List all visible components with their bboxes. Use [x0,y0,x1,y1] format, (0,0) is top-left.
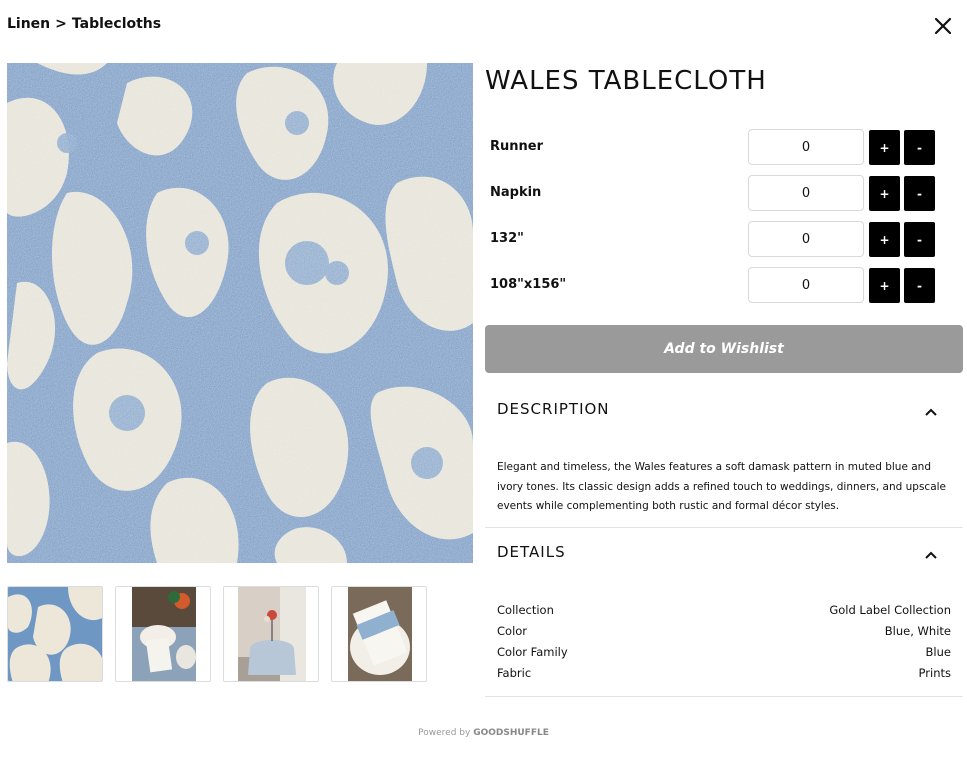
detail-row-color: Color Blue, White [497,624,951,645]
option-label: 108"x156" [490,277,567,292]
product-title: WALES TABLECLOTH [485,66,767,96]
option-row-132: 132" + - [485,221,935,257]
description-section-header[interactable]: DESCRIPTION [485,392,963,432]
thumbnail-table-setting[interactable] [115,586,211,682]
close-button[interactable] [931,14,955,38]
divider [485,696,963,697]
detail-value: Prints [918,666,951,680]
detail-row-fabric: Fabric Prints [497,666,951,687]
option-label: Runner [490,139,544,154]
chevron-up-icon [925,408,937,416]
close-icon [934,17,952,35]
quantity-input[interactable] [748,221,864,257]
goodshuffle-brand[interactable]: GOODSHUFFLE [473,728,549,738]
option-row-runner: Runner + - [485,129,935,165]
decrement-button[interactable]: - [904,176,935,211]
increment-button[interactable]: + [869,268,900,303]
details-section-header[interactable]: DETAILS [485,535,963,575]
section-title: DESCRIPTION [497,400,610,418]
detail-key: Color [497,624,528,638]
powered-by-label: Powered by [418,728,471,738]
add-to-wishlist-button[interactable]: Add to Wishlist [485,325,963,373]
option-row-napkin: Napkin + - [485,175,935,211]
breadcrumb-tablecloths[interactable]: Tablecloths [72,16,161,32]
section-title: DETAILS [497,543,566,561]
option-label: 132" [490,231,524,246]
divider [485,527,963,528]
quantity-input[interactable] [748,267,864,303]
decrement-button[interactable]: - [904,222,935,257]
decrement-button[interactable]: - [904,130,935,165]
increment-button[interactable]: + [869,130,900,165]
increment-button[interactable]: + [869,176,900,211]
quantity-input[interactable] [748,129,864,165]
main-product-image [7,63,473,563]
thumbnail-napkin-menu[interactable] [331,586,427,682]
breadcrumb-separator: > [55,16,67,32]
detail-key: Collection [497,603,554,617]
detail-key: Color Family [497,645,568,659]
detail-key: Fabric [497,666,532,680]
quantity-input[interactable] [748,175,864,211]
breadcrumb-linen[interactable]: Linen [7,16,50,32]
decrement-button[interactable]: - [904,268,935,303]
detail-row-color-family: Color Family Blue [497,645,951,666]
detail-value: Blue [925,645,951,659]
detail-value: Blue, White [884,624,951,638]
description-text: Elegant and timeless, the Wales features… [497,461,947,512]
detail-row-collection: Collection Gold Label Collection [497,603,951,624]
thumbnail-round-table[interactable] [223,586,319,682]
chevron-up-icon [925,551,937,559]
increment-button[interactable]: + [869,222,900,257]
option-row-108x156: 108"x156" + - [485,267,935,303]
powered-by-footer: Powered by GOODSHUFFLE [0,728,967,738]
detail-value: Gold Label Collection [829,603,951,617]
thumbnail-fabric[interactable] [7,586,103,682]
option-label: Napkin [490,185,542,200]
breadcrumb: Linen > Tablecloths [7,16,161,32]
